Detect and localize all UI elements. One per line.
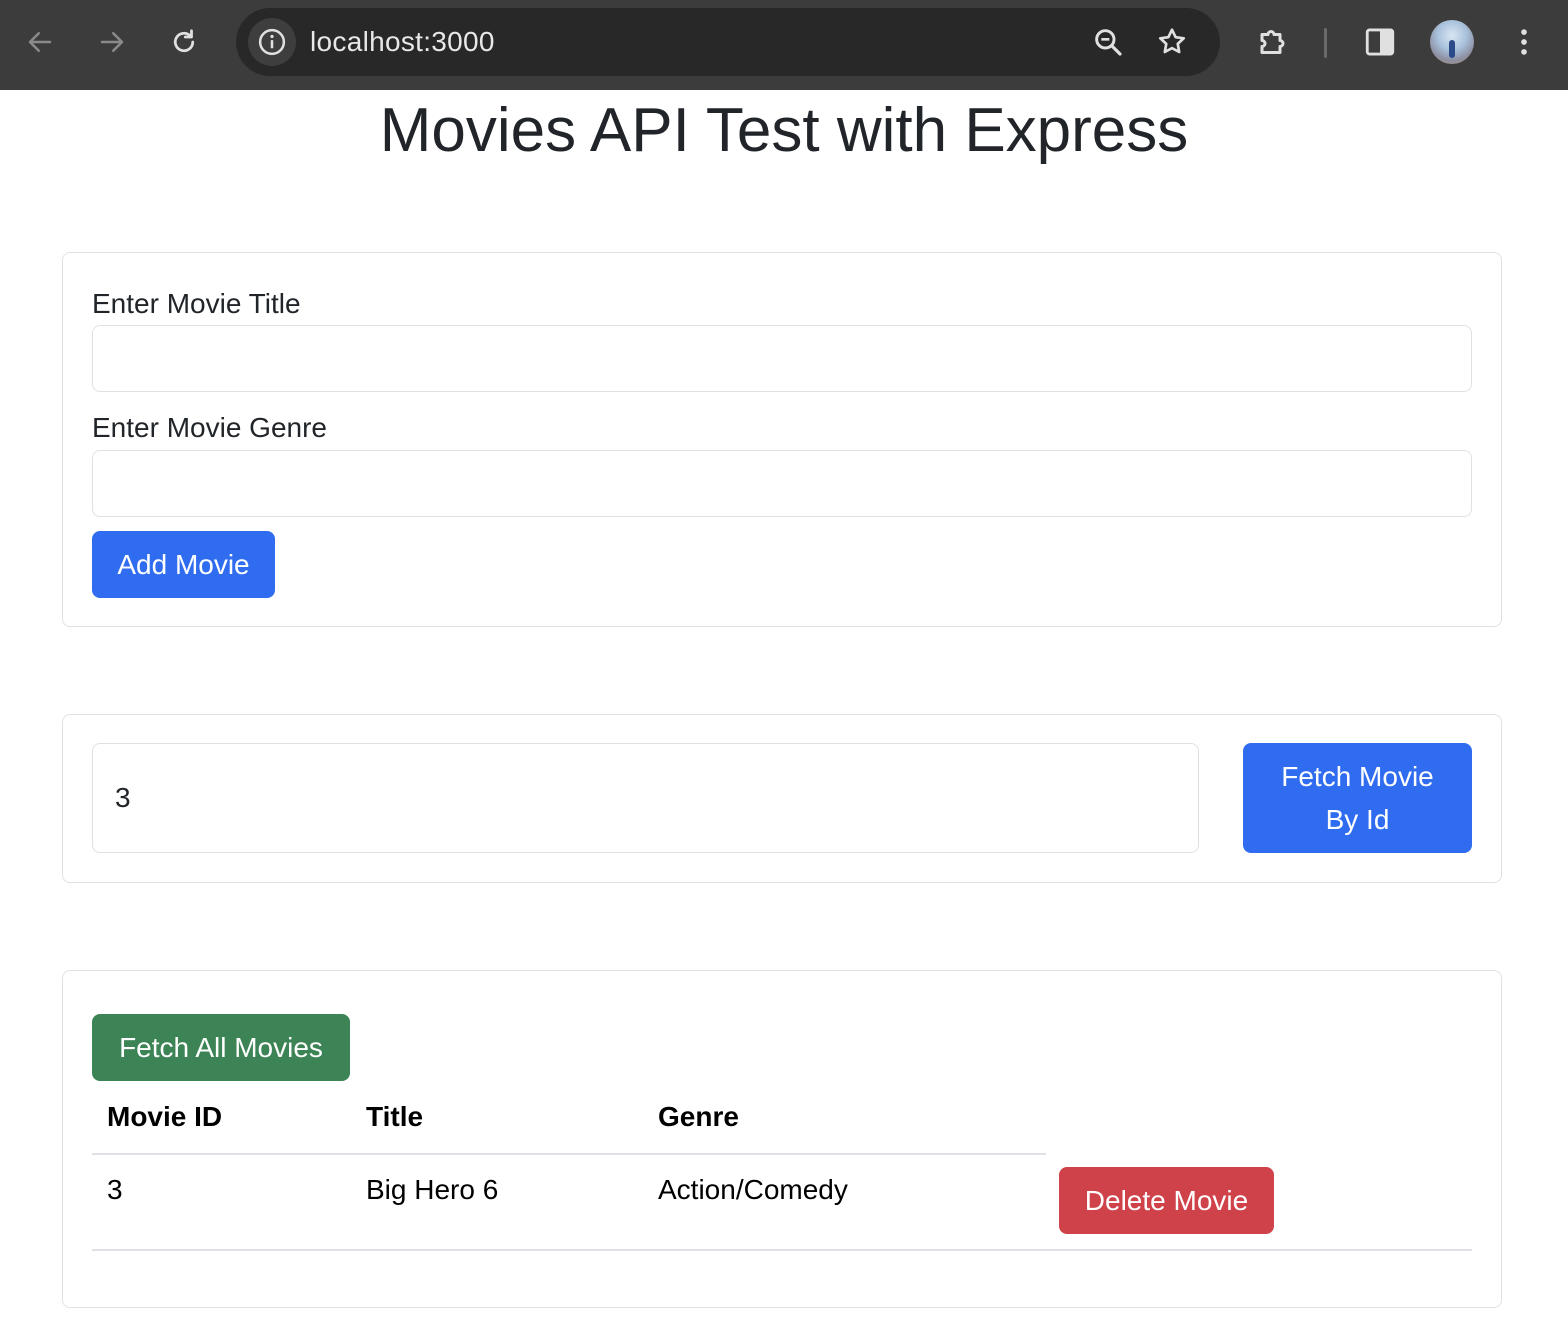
header-divider	[92, 1153, 1046, 1155]
cell-movie-id: 3	[107, 1174, 123, 1205]
fetch-movie-by-id-button[interactable]: Fetch Movie By Id	[1243, 743, 1472, 853]
side-panel-icon[interactable]	[1360, 22, 1400, 62]
fetch-by-id-label-line2: By Id	[1325, 804, 1390, 835]
add-movie-button[interactable]: Add Movie	[92, 531, 275, 598]
movie-title-input[interactable]	[92, 325, 1472, 392]
back-arrow-icon[interactable]	[18, 20, 62, 64]
forward-arrow-icon[interactable]	[90, 20, 134, 64]
movies-list-card: Fetch All Movies Movie ID Title Genre 3 …	[62, 970, 1502, 1308]
fetch-by-id-card: Fetch Movie By Id	[62, 714, 1502, 883]
bookmark-star-icon[interactable]	[1156, 26, 1188, 58]
cell-title: Big Hero 6	[366, 1174, 499, 1205]
column-header-genre: Genre	[658, 1101, 739, 1132]
fetch-all-movies-button[interactable]: Fetch All Movies	[92, 1014, 350, 1081]
fetch-by-id-label-line1: Fetch Movie	[1281, 761, 1434, 792]
reload-icon[interactable]	[162, 20, 206, 64]
page-title: Movies API Test with Express	[379, 96, 1189, 165]
column-header-movie-id: Movie ID	[107, 1101, 223, 1132]
browser-toolbar: localhost:3000	[0, 0, 1568, 90]
cell-genre: Action/Comedy	[658, 1174, 848, 1205]
zoom-icon[interactable]	[1092, 26, 1124, 58]
address-bar[interactable]: localhost:3000	[236, 8, 1220, 76]
url-text[interactable]: localhost:3000	[310, 8, 495, 76]
movie-genre-label: Enter Movie Genre	[92, 412, 327, 443]
toolbar-divider	[1324, 28, 1327, 58]
movie-id-input[interactable]	[92, 743, 1199, 853]
row-divider	[92, 1249, 1472, 1251]
menu-kebab-icon[interactable]	[1504, 22, 1544, 62]
movie-title-label: Enter Movie Title	[92, 288, 301, 319]
delete-movie-button[interactable]: Delete Movie	[1059, 1167, 1274, 1234]
profile-avatar[interactable]	[1430, 20, 1474, 64]
site-info-icon[interactable]	[248, 18, 296, 66]
column-header-title: Title	[366, 1101, 424, 1132]
extensions-puzzle-icon[interactable]	[1254, 22, 1294, 62]
movie-genre-input[interactable]	[92, 450, 1472, 517]
add-movie-card: Enter Movie Title Enter Movie Genre Add …	[62, 252, 1502, 627]
